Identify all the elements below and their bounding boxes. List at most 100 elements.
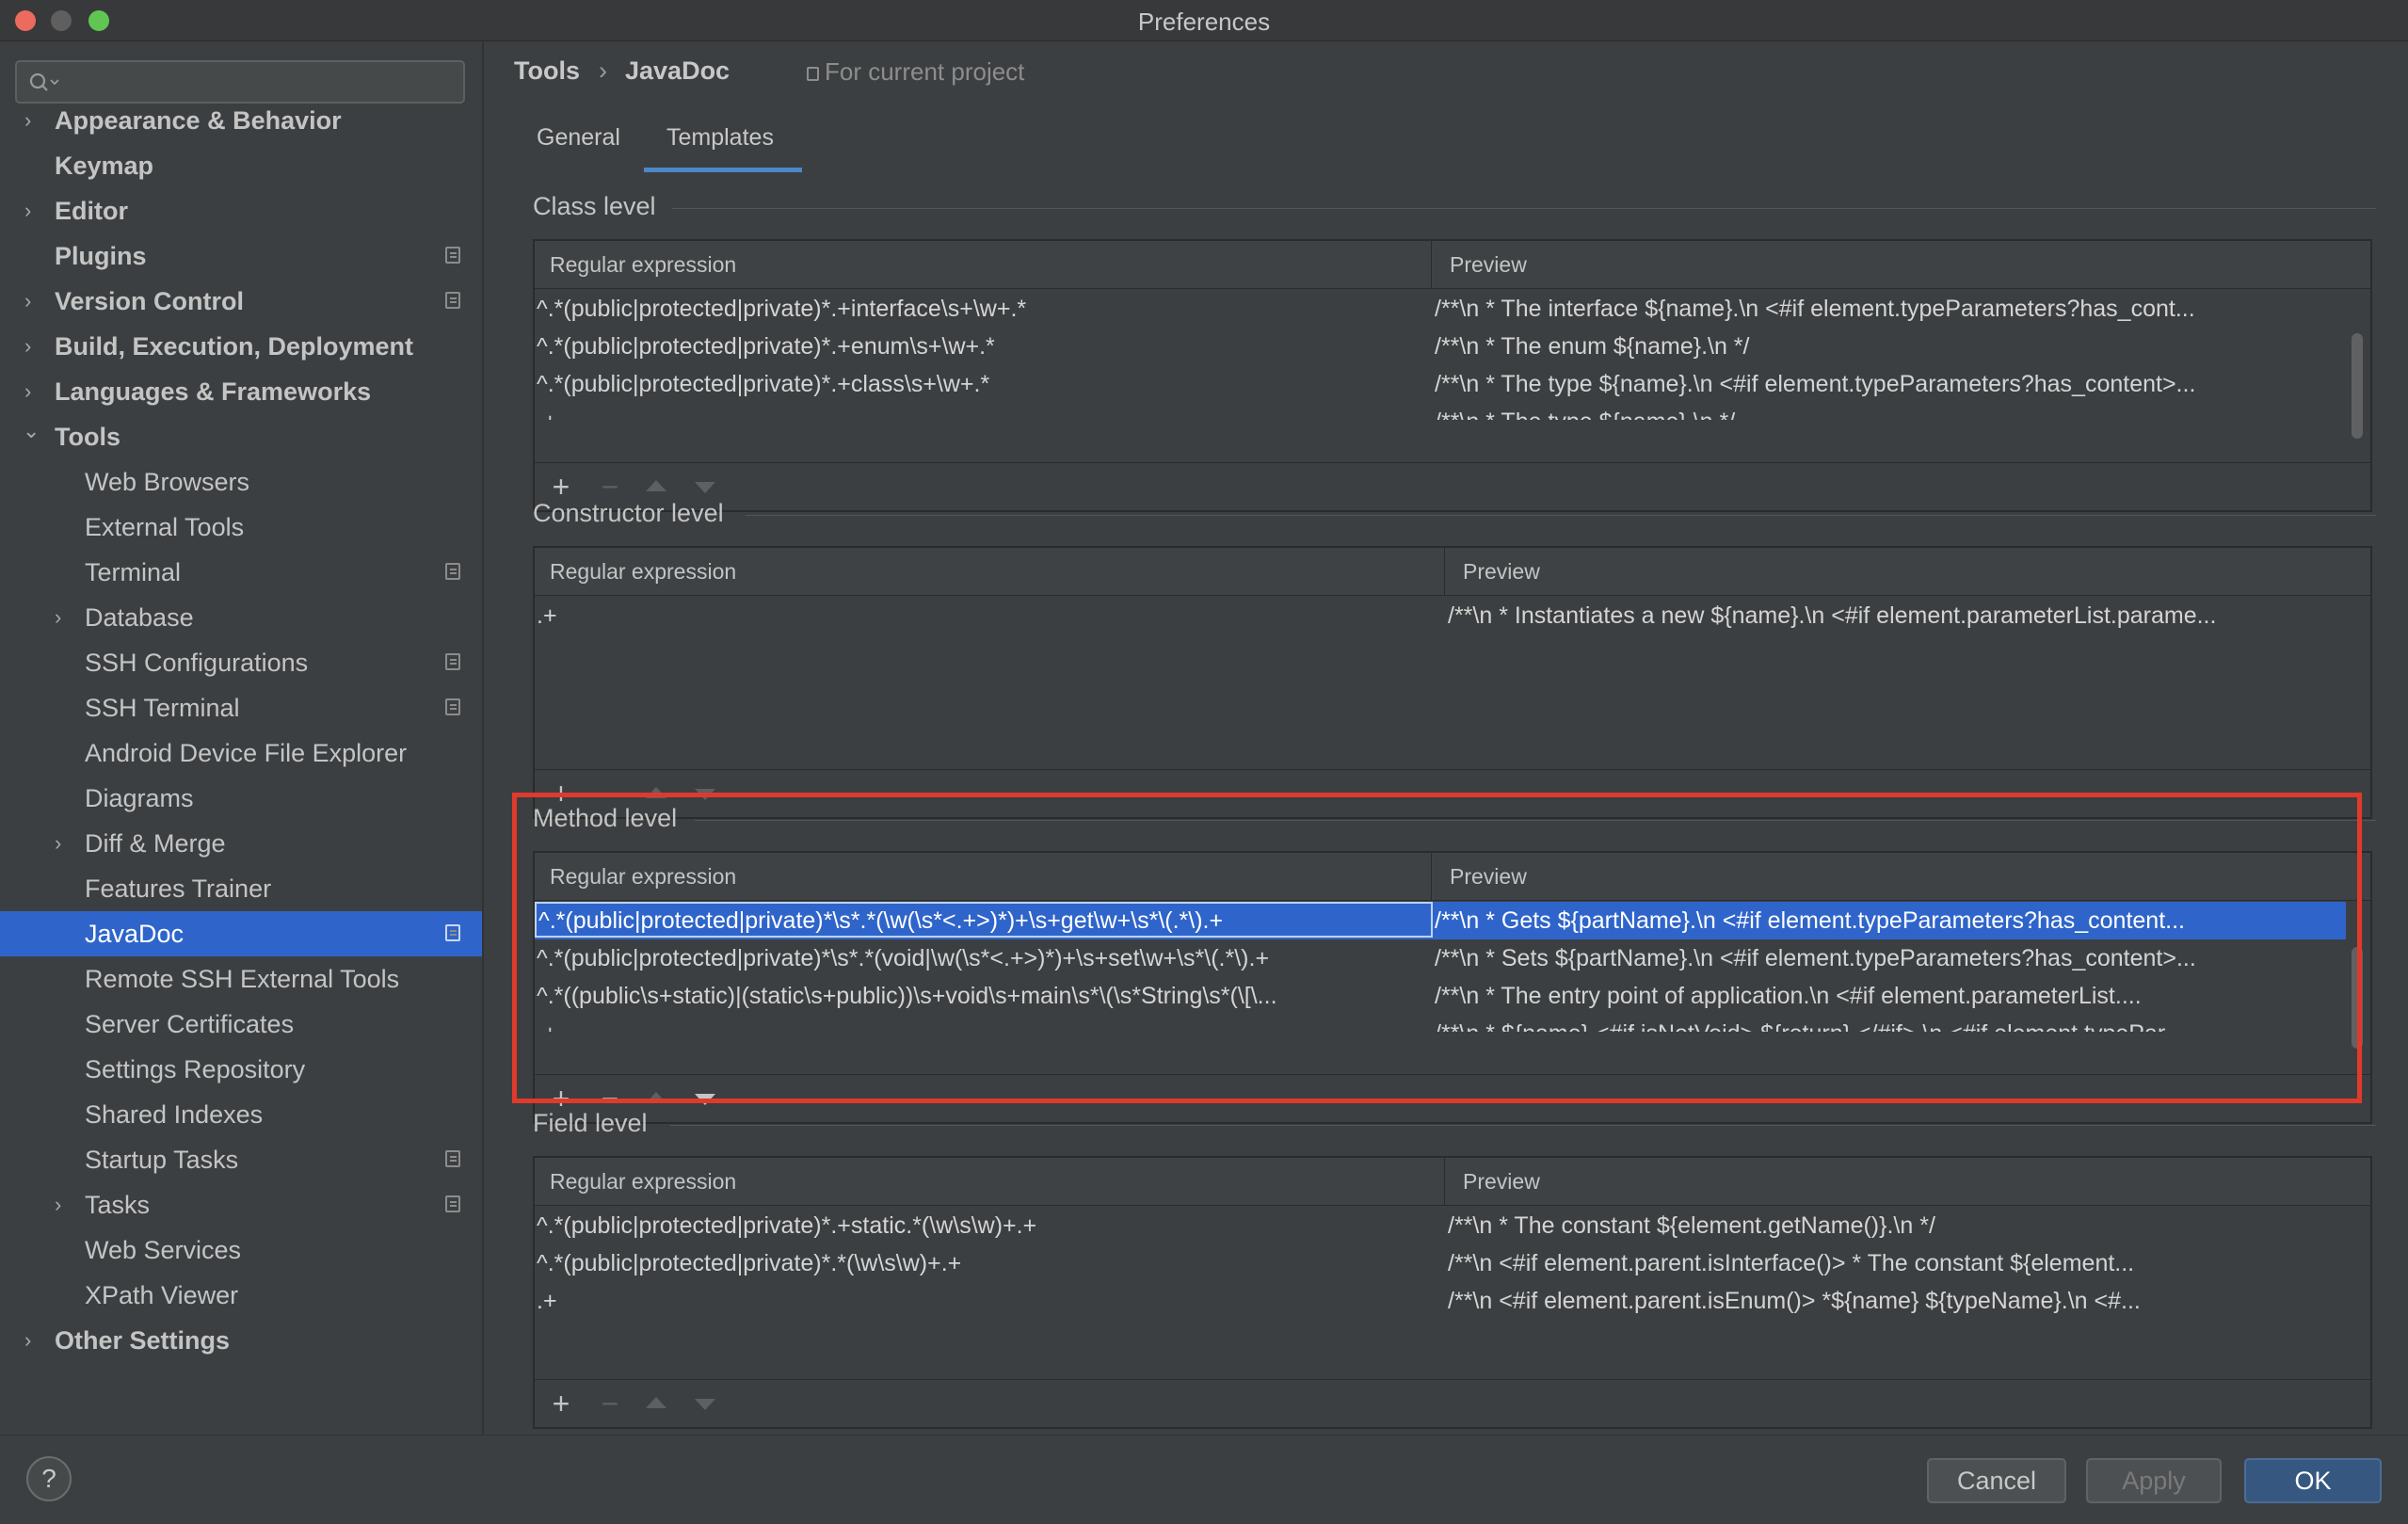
sidebar-item-remote-ssh-external-tools[interactable]: Remote SSH External Tools <box>0 956 482 1002</box>
sidebar-item-tasks[interactable]: › Tasks <box>0 1182 482 1227</box>
chevron-right-icon[interactable]: › <box>24 98 43 143</box>
sidebar-item-version-control[interactable]: › Version Control <box>0 279 482 324</box>
ok-button[interactable]: OK <box>2244 1458 2382 1503</box>
sidebar-item-startup-tasks[interactable]: Startup Tasks <box>0 1137 482 1182</box>
constructor-level-title: Constructor level <box>533 499 724 527</box>
table-row[interactable]: ^.*(public|protected|private)*.*(\w\s\w)… <box>535 1244 2370 1282</box>
chevron-right-icon[interactable]: › <box>55 595 73 640</box>
project-settings-icon <box>445 247 460 264</box>
table-row[interactable]: ^.*(public|protected|private)*.+static.*… <box>535 1207 2370 1244</box>
regex-cell: .+ <box>537 1288 557 1314</box>
sidebar-item-appearance-behavior[interactable]: › Appearance & Behavior <box>0 98 482 143</box>
table-header: Regular expression Preview <box>535 1158 2370 1206</box>
chevron-right-icon[interactable]: › <box>55 1182 73 1227</box>
table-toolbar: + − <box>535 1379 2370 1427</box>
move-up-button[interactable] <box>646 480 666 491</box>
sidebar-item-label: Appearance & Behavior <box>55 106 342 135</box>
sidebar-item-diagrams[interactable]: Diagrams <box>0 776 482 821</box>
column-header-regex[interactable]: Regular expression <box>550 241 736 288</box>
tab-templates[interactable]: Templates <box>666 124 774 152</box>
column-divider[interactable] <box>1444 548 1445 595</box>
remove-button[interactable]: − <box>591 1385 629 1422</box>
chevron-right-icon[interactable]: › <box>24 324 43 369</box>
cancel-button[interactable]: Cancel <box>1927 1458 2066 1503</box>
column-header-preview[interactable]: Preview <box>1463 548 1540 595</box>
chevron-right-icon[interactable]: › <box>24 188 43 233</box>
sidebar-item-server-certificates[interactable]: Server Certificates <box>0 1002 482 1047</box>
constructor-level-table: Regular expression Preview .+ /**\n * In… <box>533 546 2372 819</box>
column-divider[interactable] <box>1444 1158 1445 1205</box>
chevron-right-icon[interactable]: › <box>24 279 43 324</box>
table-row[interactable]: .+ /**\n * The type ${name}.\n */ <box>535 403 2346 420</box>
sidebar-item-android-device-file-explorer[interactable]: Android Device File Explorer <box>0 730 482 776</box>
sidebar-item-editor[interactable]: › Editor <box>0 188 482 233</box>
project-settings-icon <box>445 924 460 941</box>
sidebar-item-diff-merge[interactable]: › Diff & Merge <box>0 821 482 866</box>
move-up-button[interactable] <box>646 1397 666 1408</box>
sidebar-item-database[interactable]: › Database <box>0 595 482 640</box>
sidebar-item-label: Web Browsers <box>85 468 250 496</box>
sidebar-item-label: Android Device File Explorer <box>85 739 408 767</box>
scope-label: For current project <box>807 57 1024 87</box>
settings-sidebar: › Appearance & Behavior Keymap › Editor … <box>0 41 484 1435</box>
sidebar-item-label: SSH Configurations <box>85 649 309 677</box>
table-header: Regular expression Preview <box>535 548 2370 596</box>
sidebar-item-external-tools[interactable]: External Tools <box>0 505 482 550</box>
column-header-preview[interactable]: Preview <box>1450 241 1527 288</box>
sidebar-item-features-trainer[interactable]: Features Trainer <box>0 866 482 911</box>
table-row[interactable]: ^.*(public|protected|private)*.+interfac… <box>535 290 2346 328</box>
sidebar-item-settings-repository[interactable]: Settings Repository <box>0 1047 482 1092</box>
preview-cell: /**\n * The type ${name}.\n */ <box>1435 403 2342 420</box>
sidebar-item-plugins[interactable]: Plugins <box>0 233 482 279</box>
help-button[interactable]: ? <box>26 1456 72 1501</box>
table-scrollbar[interactable] <box>2352 333 2363 439</box>
sidebar-item-shared-indexes[interactable]: Shared Indexes <box>0 1092 482 1137</box>
sidebar-item-label: Version Control <box>55 287 245 315</box>
tab-general[interactable]: General <box>537 124 620 152</box>
move-down-button[interactable] <box>695 1399 715 1410</box>
apply-button[interactable]: Apply <box>2086 1458 2222 1503</box>
chevron-down-icon[interactable]: ⌄ <box>23 409 41 454</box>
sidebar-item-label: Keymap <box>55 152 154 180</box>
sidebar-item-ssh-terminal[interactable]: SSH Terminal <box>0 685 482 730</box>
sidebar-item-keymap[interactable]: Keymap <box>0 143 482 188</box>
project-settings-icon <box>445 1195 460 1212</box>
sidebar-item-label: Web Services <box>85 1236 242 1264</box>
sidebar-item-ssh-configurations[interactable]: SSH Configurations <box>0 640 482 685</box>
table-row[interactable]: .+ /**\n <#if element.parent.isEnum()> *… <box>535 1282 2370 1320</box>
active-tab-indicator <box>644 168 802 172</box>
sidebar-item-build-execution-deployment[interactable]: › Build, Execution, Deployment <box>0 324 482 369</box>
sidebar-item-label: Server Certificates <box>85 1010 295 1038</box>
column-divider[interactable] <box>1431 241 1432 288</box>
sidebar-item-web-browsers[interactable]: Web Browsers <box>0 459 482 505</box>
table-row[interactable]: .+ /**\n * Instantiates a new ${name}.\n… <box>535 597 2370 634</box>
chevron-right-icon[interactable]: › <box>55 821 73 866</box>
table-row[interactable]: ^.*(public|protected|private)*.+enum\s+\… <box>535 328 2346 365</box>
class-level-title: Class level <box>533 192 656 220</box>
sidebar-item-languages-frameworks[interactable]: › Languages & Frameworks <box>0 369 482 414</box>
table-toolbar: + − <box>535 462 2370 510</box>
column-header-preview[interactable]: Preview <box>1463 1158 1540 1205</box>
sidebar-item-terminal[interactable]: Terminal <box>0 550 482 595</box>
sidebar-item-label: Languages & Frameworks <box>55 377 372 406</box>
chevron-right-icon[interactable]: › <box>24 369 43 414</box>
move-down-button[interactable] <box>695 482 715 493</box>
scope-text: For current project <box>825 57 1025 86</box>
field-level-title: Field level <box>533 1109 648 1137</box>
sidebar-item-label: Remote SSH External Tools <box>85 965 400 993</box>
table-row[interactable]: ^.*(public|protected|private)*.+class\s+… <box>535 365 2346 403</box>
sidebar-item-javadoc[interactable]: JavaDoc <box>0 911 482 956</box>
sidebar-item-label: Features Trainer <box>85 874 272 903</box>
sidebar-item-other-settings[interactable]: › Other Settings <box>0 1318 482 1363</box>
regex-cell: .+ <box>537 403 1425 420</box>
preview-cell: /**\n <#if element.parent.isEnum()> *${n… <box>1448 1288 2141 1314</box>
sidebar-item-web-services[interactable]: Web Services <box>0 1227 482 1273</box>
sidebar-item-tools[interactable]: ⌄ Tools <box>0 414 482 459</box>
chevron-right-icon[interactable]: › <box>24 1318 43 1363</box>
column-header-regex[interactable]: Regular expression <box>550 1158 736 1205</box>
column-header-regex[interactable]: Regular expression <box>550 548 736 595</box>
add-button[interactable]: + <box>542 1385 580 1422</box>
sidebar-item-label: Settings Repository <box>85 1055 306 1083</box>
sidebar-item-xpath-viewer[interactable]: XPath Viewer <box>0 1273 482 1318</box>
breadcrumb-root[interactable]: Tools <box>514 56 580 86</box>
